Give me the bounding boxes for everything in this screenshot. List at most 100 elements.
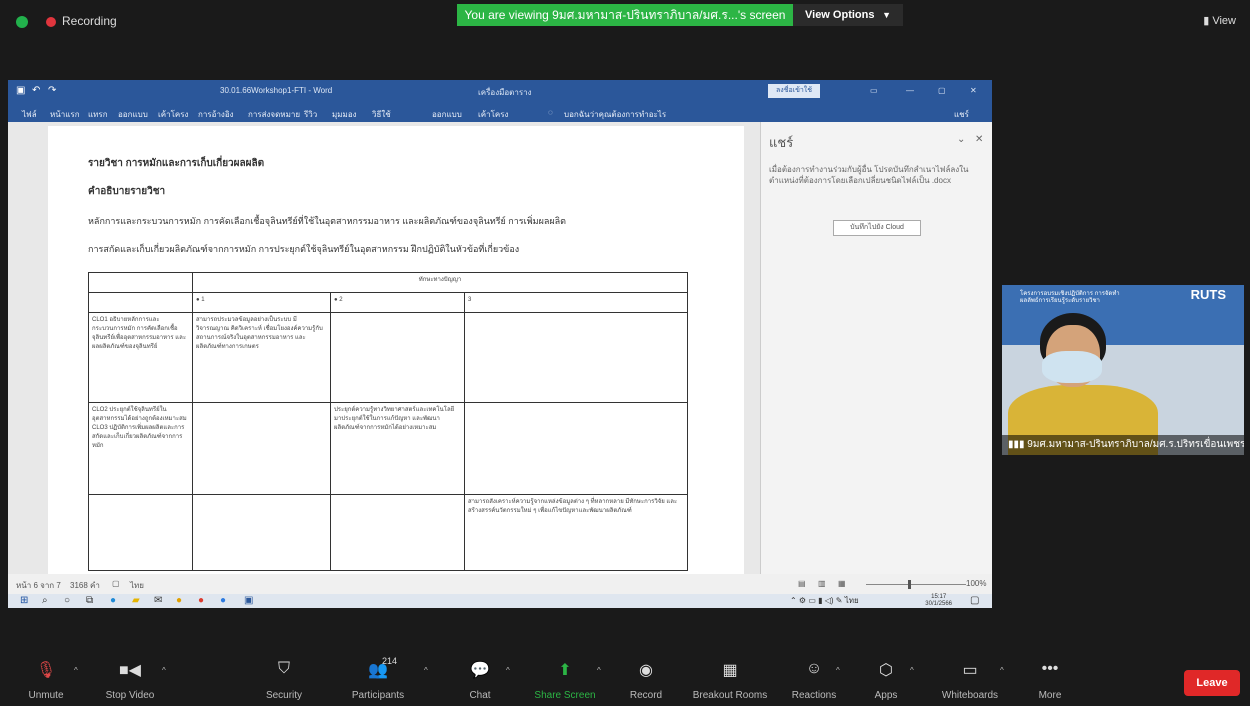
ribbon-tab[interactable]: เค้าโครง — [478, 108, 508, 121]
course-title: รายวิชา การหมักและการเก็บเกี่ยวผลผลิต — [88, 158, 265, 169]
word-app-icon[interactable]: ▣ — [244, 595, 253, 607]
ribbon-tab[interactable]: หน้าแรก — [50, 108, 80, 121]
pane-options-icon[interactable]: ⌄ — [957, 134, 965, 145]
table-row: ทักษะทางปัญญา — [88, 272, 688, 293]
file-explorer-icon[interactable]: ▰ — [132, 595, 140, 607]
apps-button[interactable]: ⬡ ^ Apps — [846, 654, 926, 706]
chrome-profile-icon[interactable]: ● — [198, 595, 204, 607]
windows-taskbar: ⊞ ⌕ ○ ⧉ ● ▰ ✉ ● ● ● ▣ ⌃ ⚙ ▭ ▮ ◁) ✎ ไทย 1… — [8, 594, 992, 608]
table-cell: สามารถสังเคราะห์ความรู้จากแหล่งข้อมูลต่า… — [464, 494, 688, 571]
table-cell: CLO1 อธิบายหลักการและกระบวนการหมัก การคั… — [88, 312, 193, 403]
chevron-up-icon[interactable]: ^ — [1000, 666, 1004, 675]
ribbon-tab[interactable]: ไฟล์ — [22, 108, 37, 121]
zoom-slider-thumb[interactable] — [908, 580, 911, 589]
video-camera-icon: ■◀ — [119, 662, 141, 679]
ribbon-tab[interactable]: ออกแบบ — [118, 108, 148, 121]
system-tray-icons[interactable]: ⌃ ⚙ ▭ ▮ ◁) ✎ ไทย — [790, 595, 859, 607]
share-screen-button[interactable]: ⬆ ^ Share Screen — [525, 654, 605, 706]
chat-button[interactable]: 💬 ^ Chat — [440, 654, 520, 706]
unmute-button[interactable]: 🎙 ^ Unmute — [6, 654, 86, 706]
view-button[interactable]: ▮ View — [1203, 14, 1236, 27]
banner-text: โครงการอบรมเชิงปฏิบัติการ การจัดทำผลลัพธ… — [1020, 291, 1120, 304]
record-button[interactable]: ◉ Record — [606, 654, 686, 706]
participant-name: 9มศ.มหามาส-ปรินทราภิบาล/มศ.ร.ปริทรเขื่อน… — [1027, 439, 1244, 450]
virtual-background-banner: โครงการอบรมเชิงปฏิบัติการ การจัดทำผลลัพธ… — [1002, 285, 1244, 345]
cortana-icon[interactable]: ○ — [64, 595, 70, 607]
pane-close-icon[interactable]: ✕ — [975, 134, 983, 145]
ribbon-tab[interactable]: รีวิว — [304, 108, 317, 121]
task-view-icon[interactable]: ⧉ — [86, 595, 93, 607]
mail-icon[interactable]: ✉ — [154, 595, 162, 607]
clock-time: 15:17 — [931, 594, 947, 600]
document-page[interactable]: รายวิชา การหมักและการเก็บเกี่ยวผลผลิต คำ… — [48, 126, 744, 574]
taskbar-clock[interactable]: 15:17 30/1/2566 — [925, 594, 952, 608]
chevron-up-icon[interactable]: ^ — [836, 666, 840, 675]
ribbon-share-button[interactable]: แชร์ — [954, 108, 969, 121]
maximize-icon[interactable]: ▢ — [938, 86, 946, 95]
save-icon[interactable]: ▣ — [16, 85, 25, 96]
whiteboards-button[interactable]: ▭ ^ Whiteboards — [930, 654, 1010, 706]
table-row: CLO2 ประยุกต์ใช้จุลินทรีย์ในอุตสาหกรรมได… — [88, 402, 688, 495]
tell-me-input[interactable]: บอกฉันว่าคุณต้องการทำอะไร — [564, 108, 666, 121]
more-button[interactable]: ••• More — [1010, 654, 1090, 706]
chevron-up-icon[interactable]: ^ — [597, 666, 601, 675]
stop-video-button[interactable]: ■◀ ^ Stop Video — [90, 654, 170, 706]
zoom-toolbar: 🎙 ^ Unmute ■◀ ^ Stop Video ⛉ Security 👥 … — [0, 654, 1250, 706]
description-line-2: การสกัดและเก็บเกี่ยวผลิตภัณฑ์จากการหมัก … — [88, 244, 520, 254]
save-to-cloud-button[interactable]: บันทึกไปยัง Cloud — [833, 220, 921, 236]
ribbon-tab[interactable]: การอ้างอิง — [198, 108, 234, 121]
more-icon: ••• — [1041, 660, 1059, 677]
minimize-icon[interactable]: — — [906, 86, 914, 95]
ribbon-tab[interactable]: เค้าโครง — [158, 108, 188, 121]
chevron-up-icon[interactable]: ^ — [910, 666, 914, 675]
print-layout-icon[interactable]: ▥ — [818, 579, 826, 588]
chevron-up-icon[interactable]: ^ — [74, 666, 78, 675]
more-label: More — [1038, 690, 1062, 701]
participant-name-bar: ▮▮▮ 9มศ.มหามาส-ปรินทราภิบาล/มศ.ร.ปริทรเข… — [1002, 435, 1244, 455]
recording-label: Recording — [62, 14, 117, 28]
web-layout-icon[interactable]: ▦ — [838, 579, 846, 588]
redo-icon[interactable]: ↷ — [48, 85, 56, 96]
edge-icon[interactable]: ● — [110, 595, 116, 607]
record-icon: ◉ — [639, 662, 653, 679]
breakout-rooms-label: Breakout Rooms — [692, 690, 768, 701]
zoom-app-icon[interactable]: ● — [220, 595, 226, 607]
windows-start-icon[interactable]: ⊞ — [20, 595, 28, 607]
chevron-up-icon[interactable]: ^ — [162, 666, 166, 675]
ribbon-tab[interactable]: การส่งจดหมาย — [248, 108, 300, 121]
whiteboards-label: Whiteboards — [941, 690, 999, 701]
reactions-label: Reactions — [791, 690, 837, 701]
word-tool-tab: เครื่องมือตาราง — [478, 88, 532, 97]
word-ribbon: ไฟล์ หน้าแรก แทรก ออกแบบ เค้าโครง การอ้า… — [8, 102, 992, 122]
ribbon-tab[interactable]: วิธีใช้ — [372, 108, 391, 121]
chevron-down-icon: ▼ — [882, 10, 891, 20]
security-button[interactable]: ⛉ Security — [244, 654, 324, 706]
chevron-up-icon[interactable]: ^ — [424, 666, 428, 675]
shield-status-icon[interactable] — [16, 16, 28, 28]
face-mask — [1042, 351, 1102, 383]
proofing-icon[interactable]: ▢ — [112, 579, 120, 588]
ribbon-tab[interactable]: มุมมอง — [332, 108, 357, 121]
leave-button[interactable]: Leave — [1184, 670, 1240, 696]
breakout-rooms-button[interactable]: ▦ Breakout Rooms — [690, 654, 770, 706]
ribbon-tab[interactable]: แทรก — [88, 108, 108, 121]
view-options-button[interactable]: View Options ▼ — [793, 4, 903, 26]
share-pane-message: เมื่อต้องการทำงานร่วมกับผู้อื่น โปรดบันท… — [769, 165, 969, 185]
participants-button[interactable]: 👥 214 ^ Participants — [338, 654, 428, 706]
close-icon[interactable]: ✕ — [970, 86, 977, 95]
notification-icon[interactable]: ▢ — [970, 595, 979, 607]
chrome-icon[interactable]: ● — [176, 595, 182, 607]
ribbon-display-icon[interactable]: ▭ — [870, 86, 878, 95]
reactions-button[interactable]: ☺ ^ Reactions — [774, 654, 854, 706]
undo-icon[interactable]: ↶ — [32, 85, 40, 96]
participant-video[interactable]: โครงการอบรมเชิงปฏิบัติการ การจัดทำผลลัพธ… — [1002, 285, 1244, 455]
ribbon-tab[interactable]: ออกแบบ — [432, 108, 462, 121]
chat-label: Chat — [469, 690, 491, 701]
search-icon[interactable]: ⌕ — [42, 595, 48, 607]
signin-button[interactable]: ลงชื่อเข้าใช้ — [768, 84, 820, 98]
zoom-slider[interactable] — [866, 584, 966, 585]
word-title-bar: ▣ ↶ ↷ 30.01.66Workshop1-FTI - Word เครื่… — [8, 80, 992, 102]
read-mode-icon[interactable]: ▤ — [798, 579, 806, 588]
column-label: 3 — [468, 297, 472, 303]
chevron-up-icon[interactable]: ^ — [506, 666, 510, 675]
